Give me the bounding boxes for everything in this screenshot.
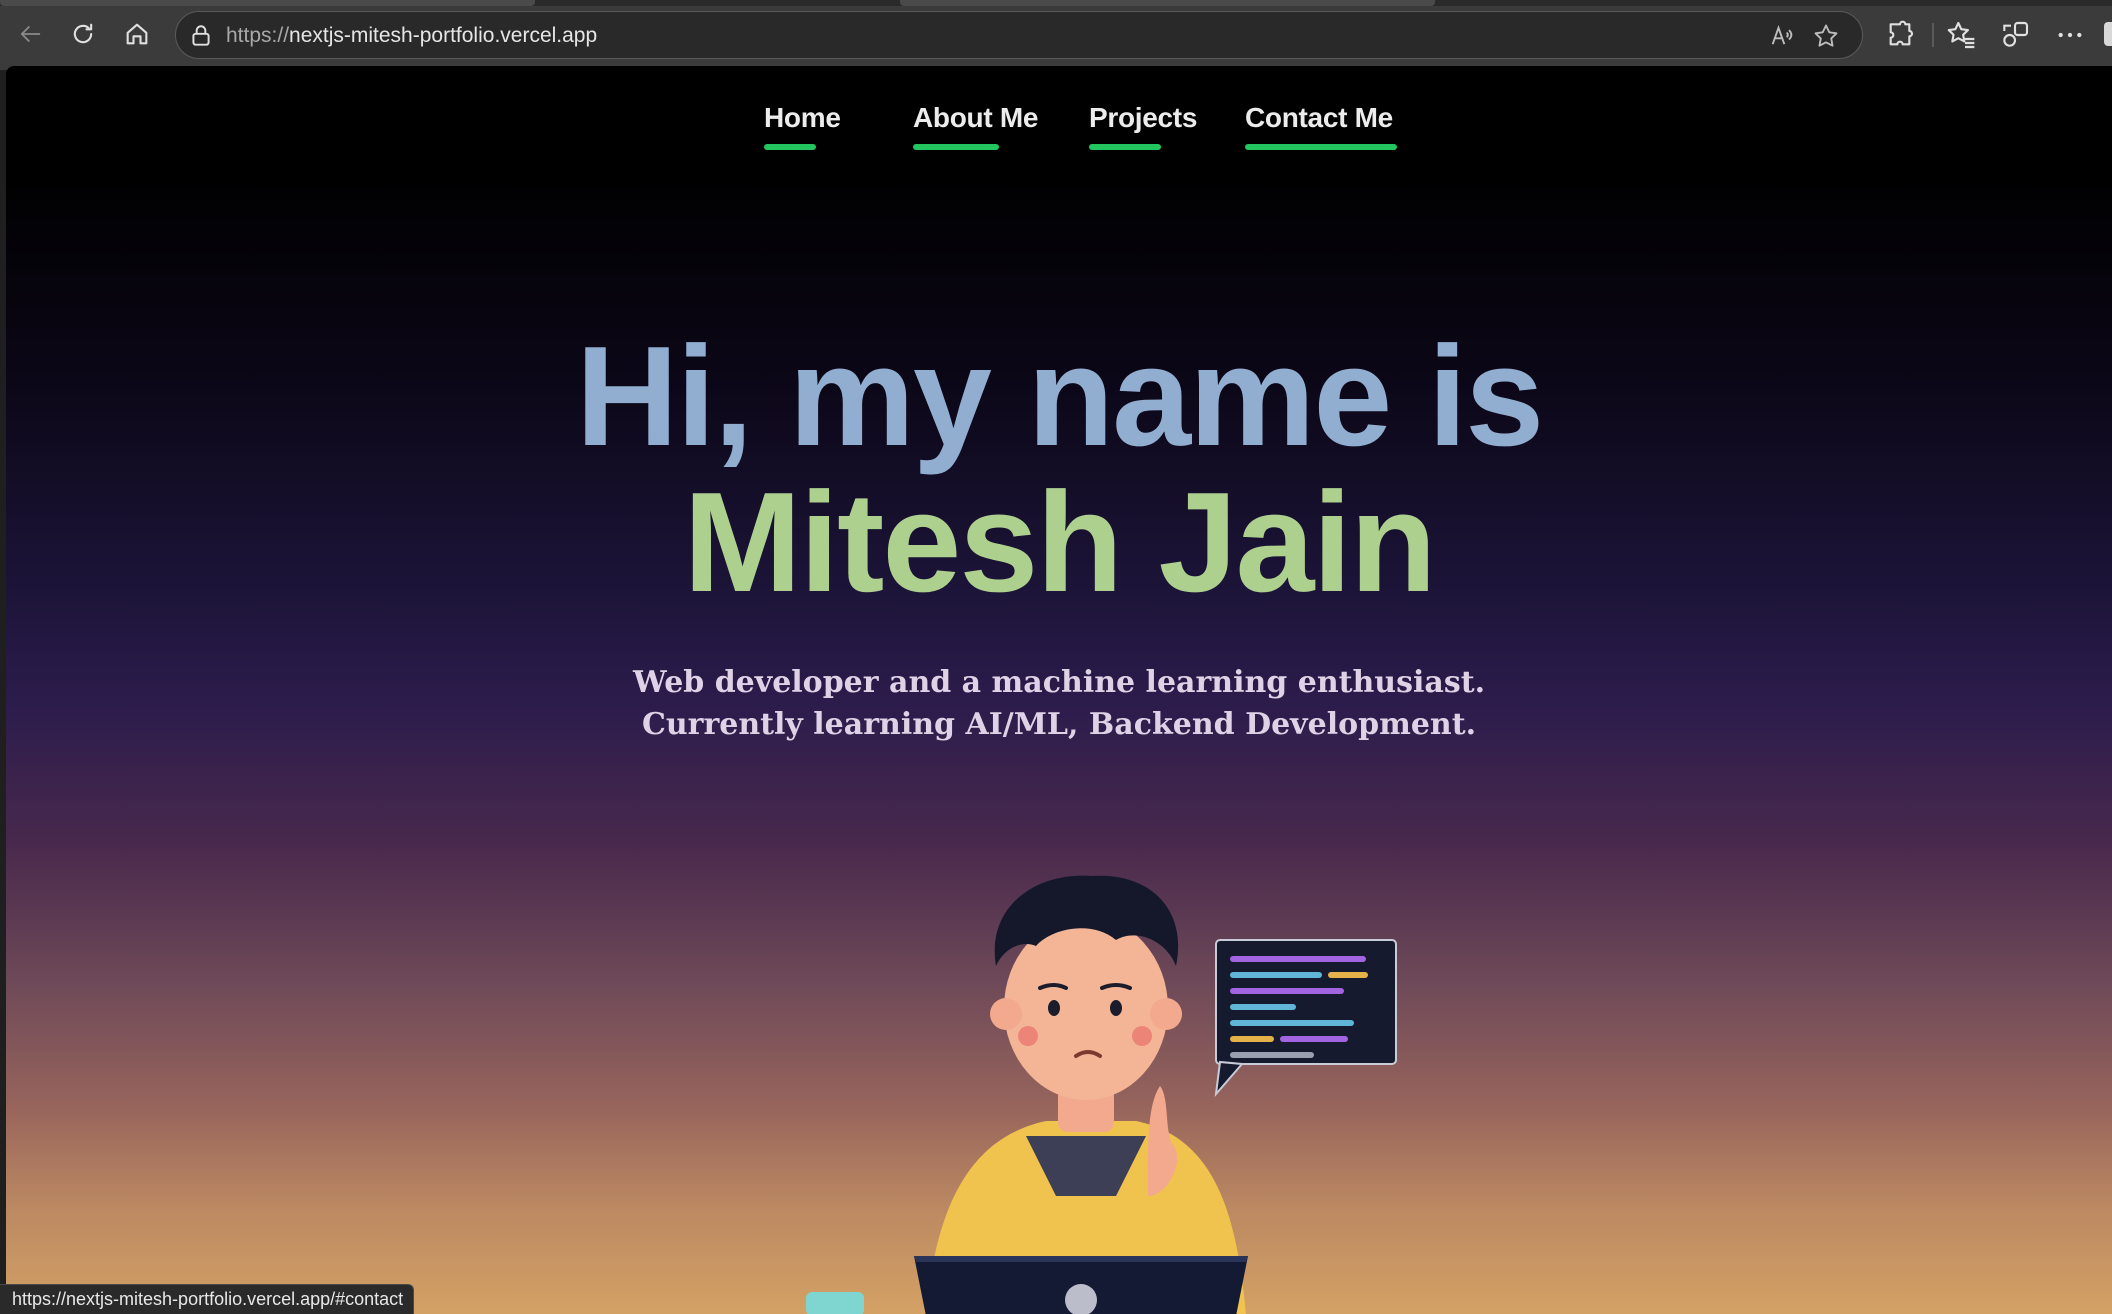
hero-greeting: Hi, my name is: [575, 317, 1544, 476]
nav-underline: [913, 144, 999, 150]
subtitle-line: Web developer and a machine learning ent…: [632, 665, 1486, 700]
url-text[interactable]: https://nextjs-mitesh-portfolio.vercel.a…: [226, 24, 597, 48]
tab-strip: [0, 0, 2112, 6]
url-protocol: https://: [226, 24, 290, 47]
nav-about-label: About Me: [913, 102, 1039, 133]
nav-home-label: Home: [764, 102, 841, 133]
subtitle-line: Currently learning AI/ML, Backend Develo…: [641, 707, 1477, 742]
page-viewport: Home About Me Projects Contact Me Hi, my…: [6, 66, 2112, 1314]
developer-thinking-illustration: [796, 836, 1456, 1314]
hero-name: Mitesh Jain: [683, 463, 1436, 622]
nav-contact-label: Contact Me: [1245, 102, 1393, 133]
more-icon[interactable]: [2054, 19, 2086, 51]
nav-home-link[interactable]: Home: [764, 102, 841, 150]
nav-projects-label: Projects: [1089, 102, 1198, 133]
lock-icon[interactable]: [188, 23, 214, 49]
toolbar-divider: [1932, 23, 1934, 47]
profile-avatar-edge[interactable]: [2104, 22, 2112, 46]
address-bar[interactable]: https://nextjs-mitesh-portfolio.vercel.a…: [175, 11, 1863, 59]
nav-underline: [764, 144, 816, 150]
url-host: nextjs-mitesh-portfolio.vercel.app: [289, 24, 598, 47]
site-nav: Home About Me Projects Contact Me: [6, 102, 2112, 162]
home-icon[interactable]: [119, 16, 155, 52]
read-aloud-icon[interactable]: [1768, 22, 1796, 50]
browser-toolbar: https://nextjs-mitesh-portfolio.vercel.a…: [0, 0, 2112, 70]
code-speech-bubble: [1214, 939, 1397, 1098]
nav-underline: [1245, 144, 1397, 150]
status-url-bubble: https://nextjs-mitesh-portfolio.vercel.a…: [0, 1284, 415, 1314]
hero-heading: Hi, my name is Mitesh Jain: [6, 324, 2112, 616]
reload-icon[interactable]: [65, 16, 101, 52]
back-arrow-icon[interactable]: [12, 16, 48, 52]
nav-projects-link[interactable]: Projects: [1089, 102, 1198, 150]
nav-underline: [1089, 144, 1161, 150]
nav-contact-link[interactable]: Contact Me: [1245, 102, 1397, 150]
hero-subtitle: Web developer and a machine learning ent…: [6, 662, 2112, 746]
favorites-icon[interactable]: [1945, 19, 1977, 51]
tab[interactable]: [900, 0, 1435, 6]
collections-icon[interactable]: [1999, 19, 2031, 51]
puzzle-icon[interactable]: [1884, 19, 1916, 51]
nav-about-link[interactable]: About Me: [913, 102, 1039, 150]
star-icon[interactable]: [1812, 22, 1840, 50]
tab[interactable]: [0, 0, 535, 6]
